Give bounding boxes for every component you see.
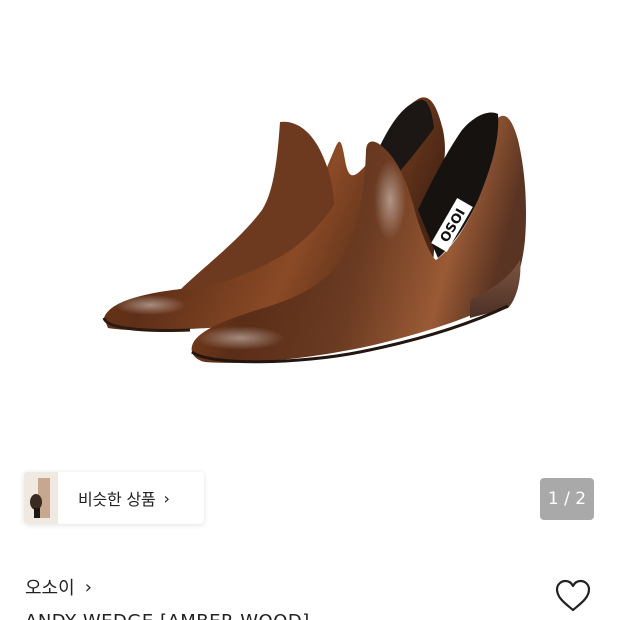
chevron-right-icon: › xyxy=(163,488,170,508)
product-title: ANDY WEDGE [AMBER WOOD] xyxy=(25,611,310,620)
brand-link[interactable]: 오소이 › xyxy=(25,574,92,600)
product-image[interactable]: OSOI xyxy=(0,0,620,460)
heart-outline-icon xyxy=(555,579,591,612)
image-page-counter: 1 / 2 xyxy=(540,478,594,520)
brand-name: 오소이 xyxy=(25,578,75,599)
product-detail-page: OSOI 비슷한 상품 › 1 / 2 오소이 › xyxy=(0,0,620,620)
similar-products-button[interactable]: 비슷한 상품 › xyxy=(24,472,204,524)
chevron-right-icon: › xyxy=(84,576,92,598)
similar-product-thumbnail xyxy=(24,472,58,524)
shoe-photo: OSOI xyxy=(102,97,527,364)
wishlist-button[interactable] xyxy=(554,578,592,614)
similar-products-label: 비슷한 상품 xyxy=(78,490,156,509)
